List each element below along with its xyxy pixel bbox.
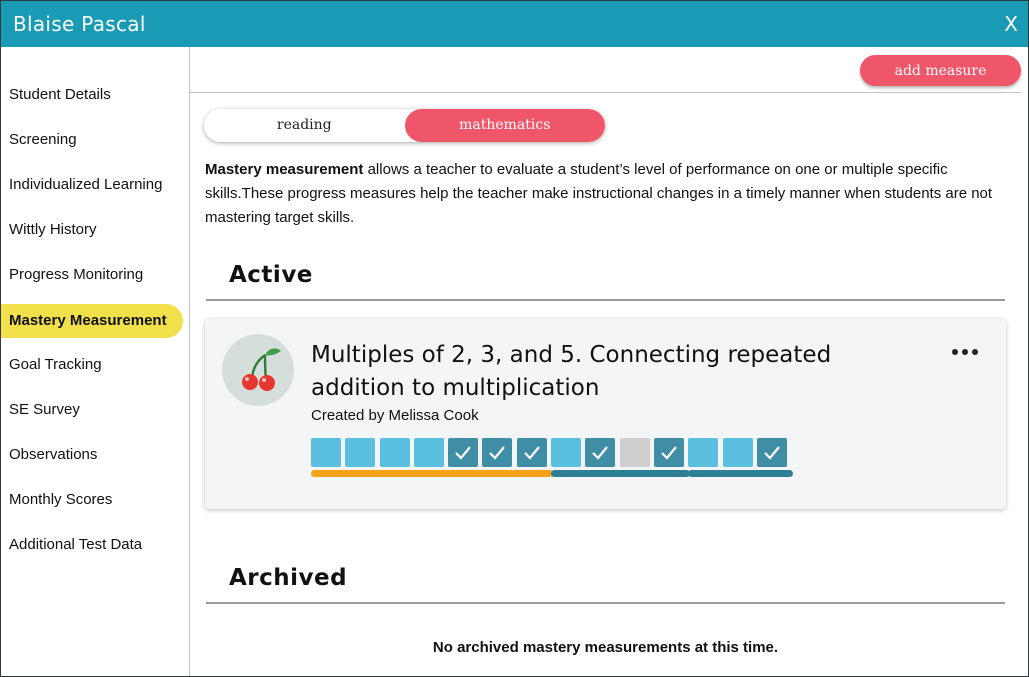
sidebar-item-progress-monitoring[interactable]: Progress Monitoring [1, 253, 189, 298]
sidebar-item-se-survey[interactable]: SE Survey [1, 388, 189, 433]
sidebar: Student Details Screening Individualized… [1, 47, 190, 676]
skill-group-bar [688, 470, 793, 477]
mastery-description: Mastery measurement allows a teacher to … [205, 158, 1015, 230]
sidebar-item-goal-tracking[interactable]: Goal Tracking [1, 343, 189, 388]
description-lead: Mastery measurement [205, 161, 364, 178]
subject-toggle: reading mathematics [204, 109, 605, 142]
cherry-graphic [242, 348, 281, 391]
progress-block[interactable] [448, 438, 479, 467]
measure-card[interactable]: Multiples of 2, 3, and 5. Connecting rep… [205, 319, 1006, 509]
progress-block[interactable] [688, 438, 719, 467]
sidebar-item-screening[interactable]: Screening [1, 118, 189, 163]
progress-block[interactable] [585, 438, 616, 467]
more-icon[interactable] [952, 347, 978, 357]
sidebar-item-monthly-scores[interactable]: Monthly Scores [1, 478, 189, 523]
archived-empty-message: No archived mastery measurements at this… [432, 639, 779, 656]
progress-block[interactable] [756, 438, 787, 467]
progress-block[interactable] [345, 438, 376, 467]
sidebar-item-individualized-learning[interactable]: Individualized Learning [1, 163, 189, 208]
progress-block[interactable] [551, 438, 582, 467]
skill-group-bar [551, 470, 690, 477]
check-icon [592, 446, 609, 460]
title-bar: Blaise Pascal X [1, 1, 1028, 47]
archived-heading: Archived [229, 565, 348, 591]
add-measure-button[interactable]: add measure [860, 55, 1021, 86]
progress-blocks [311, 438, 791, 467]
progress-block[interactable] [482, 438, 513, 467]
student-dialog: Blaise Pascal X Student Details Screenin… [0, 0, 1029, 677]
progress-block[interactable] [516, 438, 547, 467]
sidebar-item-mastery-measurement[interactable]: Mastery Measurement [1, 304, 183, 338]
sidebar-item-wittly-history[interactable]: Wittly History [1, 208, 189, 253]
progress-block[interactable] [653, 438, 684, 467]
progress-block[interactable] [413, 438, 444, 467]
close-icon[interactable]: X [1004, 12, 1018, 36]
check-icon [764, 446, 780, 460]
sidebar-item-additional-test-data[interactable]: Additional Test Data [1, 523, 189, 568]
progress-block[interactable] [379, 438, 410, 467]
check-icon [524, 446, 540, 460]
cherry-icon [222, 334, 294, 406]
more-dot [952, 349, 958, 355]
more-dot [962, 349, 968, 355]
progress-block[interactable] [619, 438, 650, 467]
check-icon [455, 446, 472, 460]
content-toolbar: add measure [190, 47, 1021, 93]
progress-block[interactable] [722, 438, 753, 467]
tab-reading[interactable]: reading [204, 109, 405, 142]
active-heading: Active [229, 262, 313, 288]
tab-mathematics[interactable]: mathematics [404, 109, 605, 142]
active-divider [206, 299, 1005, 301]
skill-group-bar [311, 470, 553, 477]
check-icon [489, 446, 506, 460]
archived-divider [206, 602, 1005, 604]
progress-block[interactable] [311, 438, 341, 467]
check-icon [661, 446, 677, 460]
sidebar-item-student-details[interactable]: Student Details [1, 73, 189, 118]
measure-author: Created by Melissa Cook [311, 407, 479, 424]
sidebar-item-observations[interactable]: Observations [1, 433, 189, 478]
measure-title[interactable]: Multiples of 2, 3, and 5. Connecting rep… [311, 339, 931, 405]
student-name-title: Blaise Pascal [13, 12, 146, 36]
more-dot [972, 349, 978, 355]
